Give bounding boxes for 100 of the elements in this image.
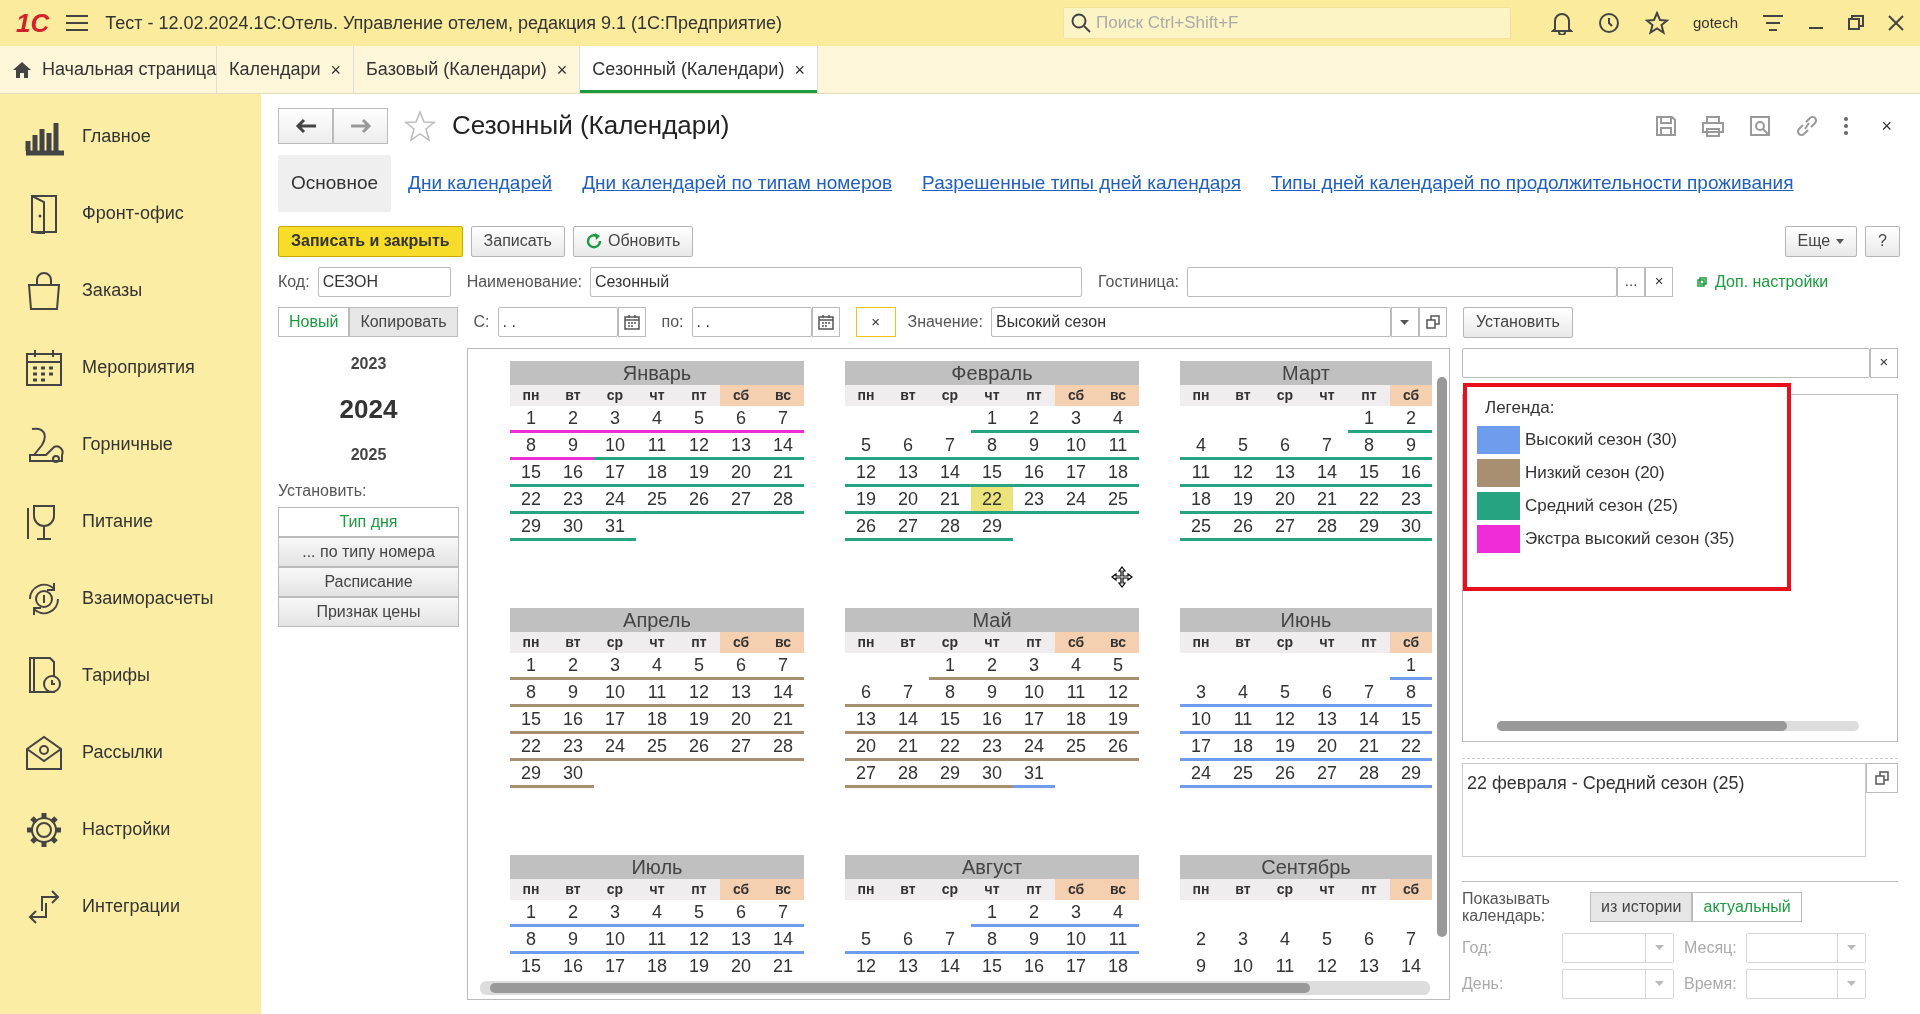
calendar-day[interactable]: 10 xyxy=(594,926,636,954)
calendar-day[interactable]: 29 xyxy=(1348,513,1390,541)
calendar-day[interactable]: 8 xyxy=(1390,679,1432,707)
preview-icon[interactable] xyxy=(1749,114,1772,137)
calendar-day[interactable]: 16 xyxy=(1013,953,1055,981)
calendar-day[interactable]: 28 xyxy=(1306,513,1348,541)
calendar-day[interactable]: 5 xyxy=(678,405,720,433)
calendar-day[interactable]: 26 xyxy=(678,733,720,761)
calendar-day[interactable]: 6 xyxy=(845,679,887,707)
sidebar-item[interactable]: Заказы xyxy=(0,252,261,329)
calendar-day[interactable]: 22 xyxy=(510,486,552,514)
calendar-day[interactable]: 12 xyxy=(1264,706,1306,734)
calendar-day[interactable]: 13 xyxy=(1306,706,1348,734)
calendar-day[interactable]: 11 xyxy=(636,679,678,707)
star-icon[interactable] xyxy=(404,109,436,142)
calendar-day[interactable]: 18 xyxy=(1097,459,1139,487)
calendar-day[interactable]: 12 xyxy=(1306,953,1348,981)
calendar-day[interactable]: 11 xyxy=(1097,926,1139,954)
calendar-day[interactable]: 17 xyxy=(1180,733,1222,761)
close-icon[interactable] xyxy=(1888,15,1904,31)
calendar-day[interactable]: 17 xyxy=(1055,953,1097,981)
calendar-day[interactable]: 21 xyxy=(762,953,804,981)
calendar-day[interactable]: 23 xyxy=(552,733,594,761)
year-link[interactable]: 2024 xyxy=(339,389,398,429)
calendar-day[interactable]: 10 xyxy=(1055,926,1097,954)
calendar-day[interactable]: 15 xyxy=(929,706,971,734)
user-name[interactable]: gotech xyxy=(1692,11,1738,35)
calendar-day[interactable]: 29 xyxy=(971,513,1013,541)
calendar-day[interactable]: 13 xyxy=(720,432,762,460)
calendar-day[interactable]: 9 xyxy=(971,679,1013,707)
calendar-day[interactable]: 15 xyxy=(510,953,552,981)
calendar-day[interactable]: 6 xyxy=(887,432,929,460)
calendar-day[interactable]: 18 xyxy=(1222,733,1264,761)
horizontal-scrollbar[interactable] xyxy=(1497,720,1859,731)
calendar-day[interactable]: 2 xyxy=(1180,926,1222,954)
tab[interactable]: Сезонный (Календари) × xyxy=(580,46,818,93)
calendar-day[interactable]: 23 xyxy=(971,733,1013,761)
close-tab-button[interactable]: × xyxy=(556,60,568,79)
clear-button[interactable]: × xyxy=(855,307,896,337)
calendar-day[interactable]: 11 xyxy=(636,926,678,954)
calendar-day[interactable]: 11 xyxy=(1180,459,1222,487)
calendar-day[interactable]: 19 xyxy=(678,953,720,981)
set-button[interactable]: Установить xyxy=(1462,306,1573,338)
option-button[interactable]: ... по типу номера xyxy=(278,536,459,567)
calendar-day[interactable]: 17 xyxy=(1013,706,1055,734)
calendar-day[interactable]: 4 xyxy=(1222,679,1264,707)
calendar-day[interactable]: 22 xyxy=(1390,733,1432,761)
calendar-day[interactable]: 27 xyxy=(720,486,762,514)
calendar-day[interactable]: 10 xyxy=(1013,679,1055,707)
calendar-day[interactable]: 14 xyxy=(1306,459,1348,487)
sidebar-item[interactable]: Взаиморасчеты xyxy=(0,560,261,637)
calendar-day[interactable]: 17 xyxy=(594,459,636,487)
hotel-field[interactable] xyxy=(1187,266,1618,297)
calendar-day[interactable]: 28 xyxy=(929,513,971,541)
sidebar-item[interactable]: Тарифы xyxy=(0,637,261,714)
calendar-day[interactable]: 8 xyxy=(1348,432,1390,460)
calendar-day[interactable]: 19 xyxy=(1097,706,1139,734)
section-link[interactable]: Разрешенные типы дней календаря xyxy=(909,155,1254,212)
calendar-day[interactable]: 11 xyxy=(1222,706,1264,734)
calendar-day[interactable]: 1 xyxy=(929,652,971,680)
calendar-day[interactable]: 19 xyxy=(1264,733,1306,761)
sidebar-item[interactable]: Настройки xyxy=(0,791,261,868)
horizontal-scrollbar[interactable] xyxy=(480,980,1430,995)
calendar-day[interactable]: 8 xyxy=(971,432,1013,460)
calendar-day[interactable]: 11 xyxy=(1264,953,1306,981)
calendar-day[interactable]: 19 xyxy=(678,706,720,734)
calendar-day[interactable]: 6 xyxy=(720,405,762,433)
calendar-day[interactable]: 20 xyxy=(720,706,762,734)
year-link[interactable]: 2023 xyxy=(350,351,387,376)
section-link[interactable]: Основное xyxy=(278,155,392,212)
calendar-day[interactable]: 24 xyxy=(594,486,636,514)
calendar-day[interactable]: 18 xyxy=(636,706,678,734)
calendar-day[interactable]: 10 xyxy=(1180,706,1222,734)
calendar-day[interactable]: 15 xyxy=(1390,706,1432,734)
close-tab-button[interactable]: × xyxy=(330,60,342,79)
calendar-day[interactable]: 28 xyxy=(1348,760,1390,788)
calendar-day[interactable]: 7 xyxy=(929,432,971,460)
calendar-day[interactable]: 10 xyxy=(1055,432,1097,460)
calendar-day[interactable]: 6 xyxy=(720,899,762,927)
calendar-day[interactable]: 27 xyxy=(720,733,762,761)
calendar-day[interactable]: 29 xyxy=(1390,760,1432,788)
calendar-day[interactable]: 5 xyxy=(678,652,720,680)
calendar-day[interactable]: 7 xyxy=(1348,679,1390,707)
calendar-day[interactable]: 4 xyxy=(1097,899,1139,927)
calendar-day[interactable]: 9 xyxy=(1390,432,1432,460)
calendar-day[interactable]: 27 xyxy=(845,760,887,788)
calendar-day[interactable]: 7 xyxy=(1306,432,1348,460)
calendar-day[interactable]: 20 xyxy=(720,953,762,981)
value-field[interactable]: Высокий сезон xyxy=(990,307,1391,337)
option-button[interactable]: Расписание xyxy=(278,566,459,597)
code-field[interactable]: СЕЗОН xyxy=(317,266,451,297)
calendar-day[interactable]: 20 xyxy=(1264,486,1306,514)
calendar-day[interactable]: 5 xyxy=(1222,432,1264,460)
calendar-day[interactable]: 4 xyxy=(1180,432,1222,460)
calendar-day[interactable]: 10 xyxy=(594,679,636,707)
calendar-day[interactable]: 2 xyxy=(971,652,1013,680)
save-icon[interactable] xyxy=(1655,114,1678,137)
mode-toggle[interactable]: из истории xyxy=(1590,892,1693,923)
calendar-day[interactable]: 14 xyxy=(929,459,971,487)
calendar-day[interactable]: 13 xyxy=(720,679,762,707)
